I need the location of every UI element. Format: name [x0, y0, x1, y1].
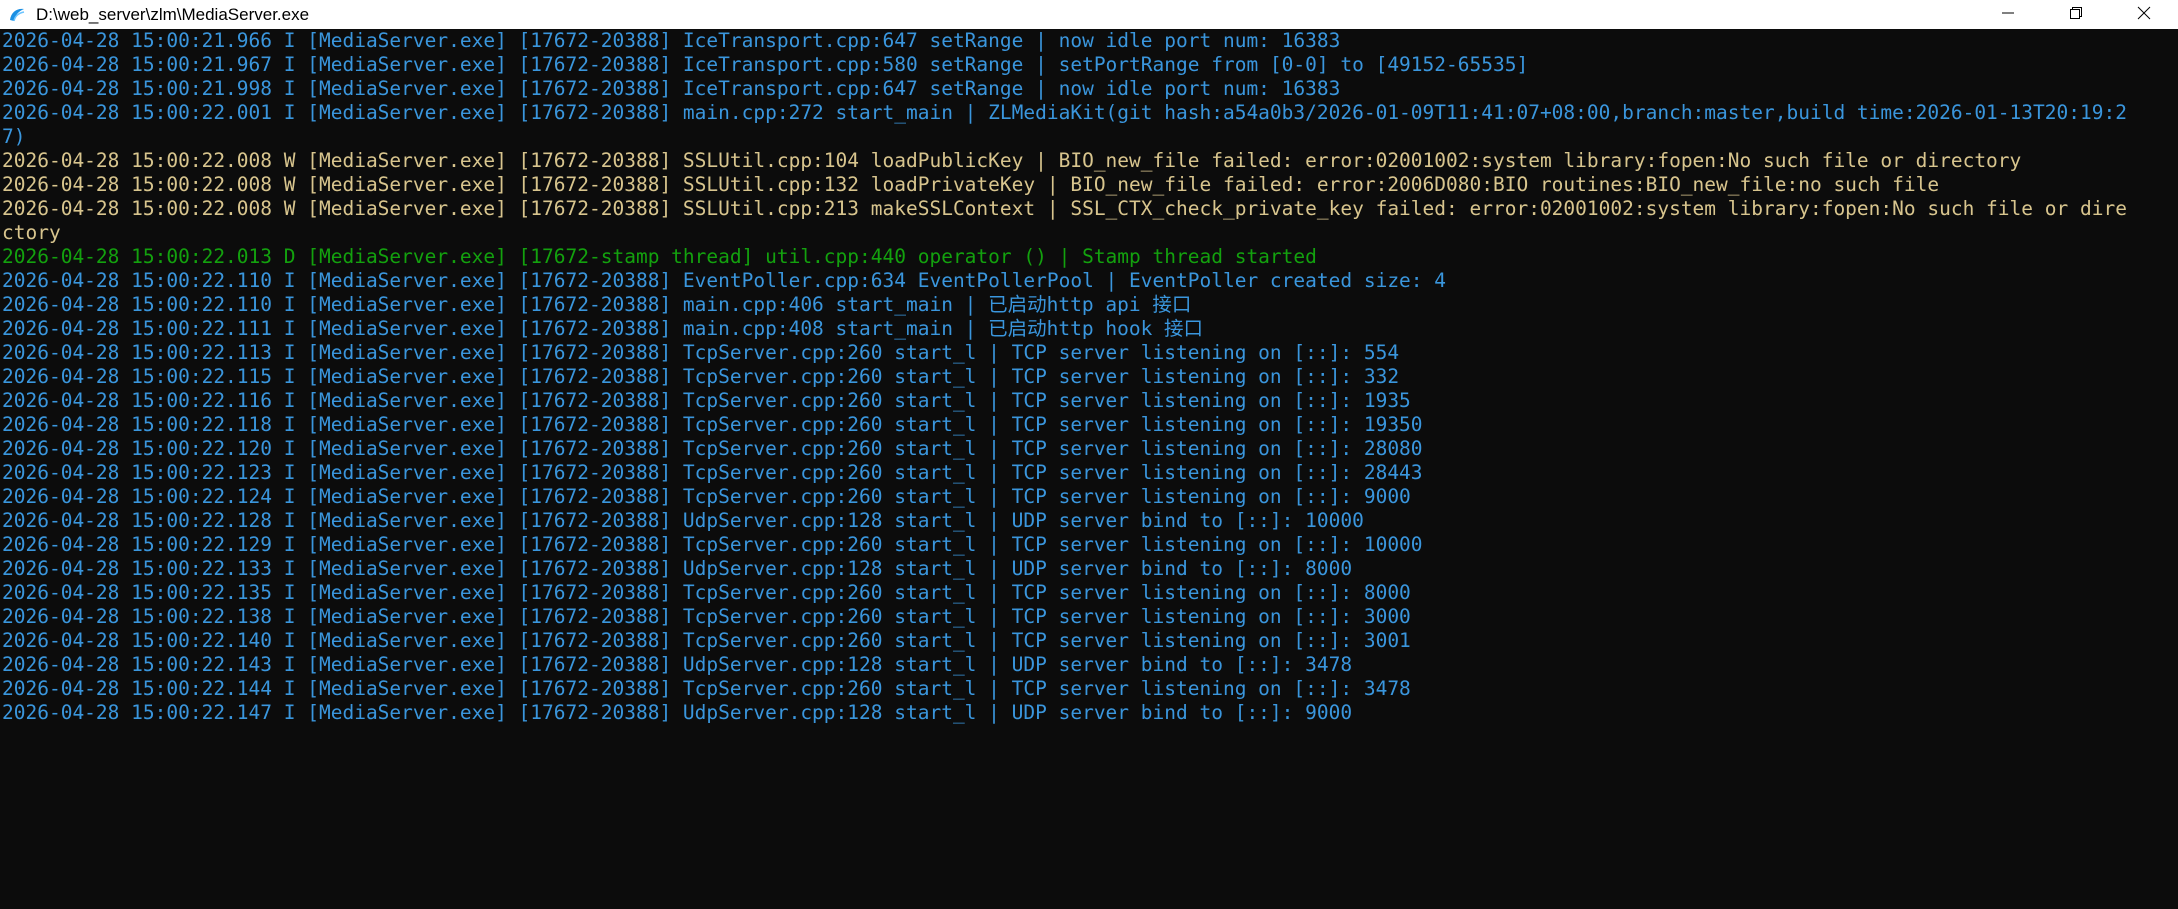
log-line: 2026-04-28 15:00:22.110 I [MediaServer.e… [2, 269, 1447, 292]
log-line: 2026-04-28 15:00:22.113 I [MediaServer.e… [2, 341, 1400, 364]
log-line: 2026-04-28 15:00:22.115 I [MediaServer.e… [2, 365, 1400, 388]
console-output[interactable]: 2026-04-28 15:00:21.966 I [MediaServer.e… [0, 29, 2178, 909]
log-line: 2026-04-28 15:00:22.133 I [MediaServer.e… [2, 557, 1353, 580]
minimize-button[interactable] [1974, 0, 2042, 29]
log-line: 2026-04-28 15:00:22.138 I [MediaServer.e… [2, 605, 1411, 628]
title-bar[interactable]: D:\web_server\zlm\MediaServer.exe [0, 0, 2178, 29]
log-line: 2026-04-28 15:00:22.118 I [MediaServer.e… [2, 413, 1423, 436]
log-line: 2026-04-28 15:00:22.129 I [MediaServer.e… [2, 533, 1423, 556]
minimize-icon [2001, 5, 2015, 24]
close-icon [2137, 5, 2151, 24]
log-line: 2026-04-28 15:00:21.998 I [MediaServer.e… [2, 77, 1341, 100]
log-line: 2026-04-28 15:00:22.144 I [MediaServer.e… [2, 677, 1411, 700]
zlm-app-icon [6, 4, 28, 26]
log-line: 2026-04-28 15:00:22.001 I [MediaServer.e… [2, 101, 2127, 124]
log-line: 2026-04-28 15:00:22.013 D [MediaServer.e… [2, 245, 1317, 268]
log-line: 2026-04-28 15:00:22.128 I [MediaServer.e… [2, 509, 1364, 532]
window-title: D:\web_server\zlm\MediaServer.exe [36, 4, 310, 24]
log-line: 2026-04-28 15:00:22.111 I [MediaServer.e… [2, 317, 1204, 340]
log-line: 2026-04-28 15:00:22.123 I [MediaServer.e… [2, 461, 1423, 484]
window-controls [1974, 0, 2178, 29]
log-line: 2026-04-28 15:00:22.135 I [MediaServer.e… [2, 581, 1411, 604]
close-button[interactable] [2110, 0, 2178, 29]
log-line: 2026-04-28 15:00:22.008 W [MediaServer.e… [2, 149, 2022, 172]
log-line: 2026-04-28 15:00:21.967 I [MediaServer.e… [2, 53, 1529, 76]
log-line: 2026-04-28 15:00:22.008 W [MediaServer.e… [2, 197, 2127, 220]
log-line: 2026-04-28 15:00:21.966 I [MediaServer.e… [2, 29, 1341, 52]
log-line: 2026-04-28 15:00:22.008 W [MediaServer.e… [2, 173, 1940, 196]
log-line: 2026-04-28 15:00:22.110 I [MediaServer.e… [2, 293, 1192, 316]
log-line: 7) [2, 125, 26, 148]
log-line: 2026-04-28 15:00:22.124 I [MediaServer.e… [2, 485, 1411, 508]
log-line: 2026-04-28 15:00:22.143 I [MediaServer.e… [2, 653, 1353, 676]
log-line: 2026-04-28 15:00:22.120 I [MediaServer.e… [2, 437, 1423, 460]
maximize-button[interactable] [2042, 0, 2110, 29]
restore-icon [2069, 5, 2083, 24]
log-line: 2026-04-28 15:00:22.147 I [MediaServer.e… [2, 701, 1353, 724]
log-line: 2026-04-28 15:00:22.116 I [MediaServer.e… [2, 389, 1411, 412]
log-line: ctory [2, 221, 61, 244]
log-line: 2026-04-28 15:00:22.140 I [MediaServer.e… [2, 629, 1411, 652]
